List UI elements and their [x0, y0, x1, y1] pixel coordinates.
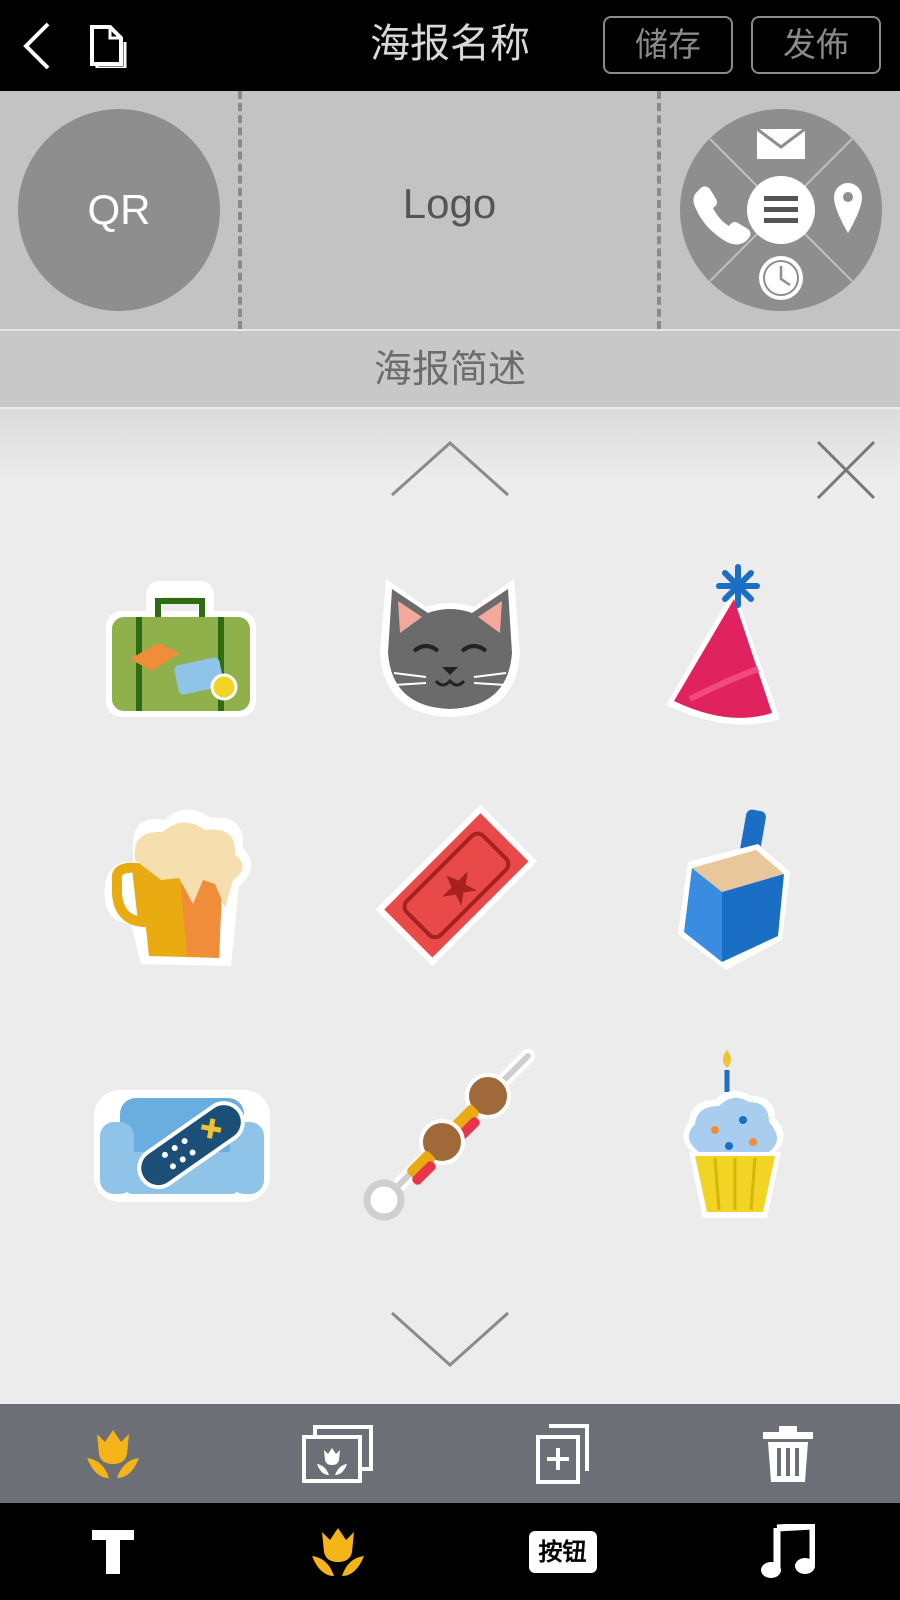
editing-toolbar	[0, 1404, 900, 1503]
chevron-left-icon	[23, 22, 50, 70]
button-tab[interactable]: 按钮	[450, 1503, 675, 1600]
chevron-down-icon	[390, 1311, 510, 1368]
back-button[interactable]	[18, 20, 68, 72]
sticker-beer-mug[interactable]	[75, 784, 275, 984]
dreidel-icon	[678, 809, 790, 970]
sticker-party-hat[interactable]	[630, 549, 830, 749]
chevron-up-icon	[390, 440, 510, 497]
music-note-icon	[760, 1523, 815, 1578]
kebab-icon	[363, 1049, 535, 1221]
text-tab[interactable]	[0, 1503, 225, 1600]
duplicate-icon	[535, 1423, 589, 1484]
poster-header: QR Logo	[0, 91, 900, 329]
close-panel-button[interactable]	[815, 439, 877, 505]
scroll-down-button[interactable]	[388, 1309, 512, 1373]
poster-title[interactable]: 海报名称	[300, 14, 600, 74]
close-icon	[816, 440, 876, 500]
publish-button[interactable]: 发佈	[751, 16, 881, 74]
menu-icon[interactable]	[747, 176, 815, 244]
clock-icon[interactable]	[759, 256, 803, 300]
qr-placeholder[interactable]: QR	[18, 109, 220, 311]
sticker-cupcake[interactable]	[635, 1034, 835, 1234]
sticker-sofa-bandage[interactable]	[80, 1034, 280, 1234]
element-type-toolbar: 按钮	[0, 1503, 900, 1600]
text-icon	[91, 1529, 134, 1574]
trash-icon	[762, 1425, 813, 1482]
contact-wheel[interactable]	[680, 109, 882, 311]
sticker-icon	[311, 1527, 364, 1576]
poster-description[interactable]: 海报简述	[0, 329, 900, 409]
document-button[interactable]	[88, 24, 128, 70]
button-tab-label: 按钮	[528, 1530, 597, 1573]
sticker-suitcase[interactable]	[80, 549, 280, 749]
mail-icon[interactable]	[756, 127, 806, 159]
cupcake-icon	[683, 1050, 784, 1218]
sticker-panel	[0, 409, 900, 1404]
duplicate-tool-button[interactable]	[450, 1404, 675, 1503]
sticker-ticket[interactable]	[355, 784, 555, 984]
beer-mug-icon	[104, 809, 252, 966]
party-hat-icon	[666, 564, 780, 725]
delete-tool-button[interactable]	[675, 1404, 900, 1503]
top-bar: 海报名称 储存 发佈	[0, 0, 900, 91]
divider	[657, 91, 661, 329]
scroll-up-button[interactable]	[388, 439, 512, 503]
music-tab[interactable]	[675, 1503, 900, 1600]
cat-face-icon	[380, 579, 520, 717]
sticker-kebab[interactable]	[350, 1034, 550, 1234]
save-button[interactable]: 储存	[603, 16, 733, 74]
sticker-tool-button[interactable]	[0, 1404, 225, 1503]
suitcase-icon	[106, 581, 256, 717]
sticker-tab[interactable]	[225, 1503, 450, 1600]
gallery-icon	[301, 1424, 373, 1483]
sticker-cat-face[interactable]	[350, 549, 550, 749]
sofa-bandage-icon	[94, 1090, 270, 1202]
document-icon	[90, 25, 127, 70]
logo-placeholder[interactable]: Logo	[242, 91, 657, 317]
sticker-icon	[86, 1429, 139, 1478]
ticket-icon	[375, 804, 538, 967]
gallery-tool-button[interactable]	[225, 1404, 450, 1503]
sticker-dreidel[interactable]	[630, 784, 830, 984]
